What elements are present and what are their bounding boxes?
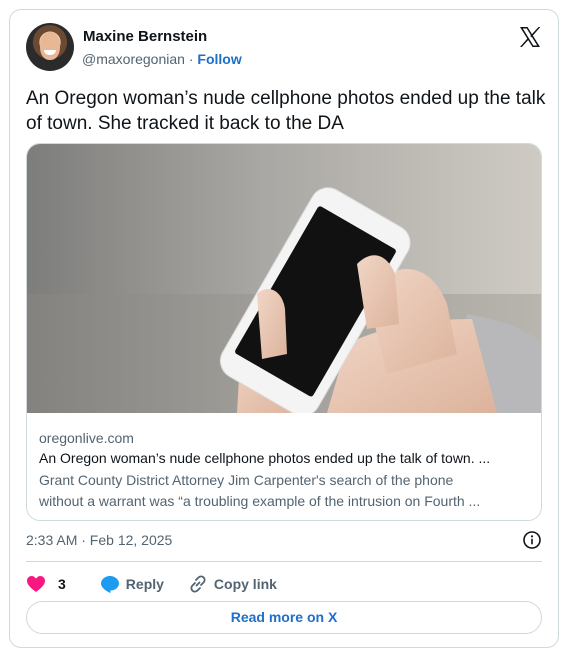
- author-avatar[interactable]: [26, 23, 74, 71]
- info-icon[interactable]: [522, 530, 542, 550]
- article-photo: [27, 144, 541, 413]
- link-title: An Oregon woman’s nude cellphone photos …: [39, 450, 491, 466]
- x-logo-icon[interactable]: [518, 25, 542, 49]
- link-description-line-1: Grant County District Attorney Jim Carpe…: [39, 472, 454, 488]
- tweet-embed-card: Maxine Bernstein @maxoregonian · Follow …: [9, 9, 559, 648]
- tweet-timestamp[interactable]: 2:33 AM · Feb 12, 2025: [26, 532, 172, 548]
- tweet-text: An Oregon woman’s nude cellphone photos …: [26, 88, 546, 134]
- like-button[interactable]: 3: [26, 575, 66, 593]
- reply-label: Reply: [125, 576, 164, 592]
- link-domain: oregonlive.com: [39, 430, 134, 446]
- follow-button[interactable]: Follow: [197, 51, 241, 67]
- link-preview-card[interactable]: oregonlive.com An Oregon woman’s nude ce…: [26, 143, 542, 521]
- author-name[interactable]: Maxine Bernstein: [83, 28, 207, 45]
- copy-link-button[interactable]: Copy link: [188, 574, 277, 594]
- reply-button[interactable]: Reply: [100, 575, 164, 594]
- read-more-button[interactable]: Read more on X: [26, 601, 542, 634]
- reply-bubble-icon: [100, 575, 119, 593]
- separator-dot: ·: [188, 51, 194, 67]
- link-icon: [190, 575, 206, 593]
- link-meta: oregonlive.com An Oregon woman’s nude ce…: [39, 428, 529, 512]
- divider: [26, 561, 542, 562]
- heart-icon: [27, 576, 45, 592]
- author-handle-row: @maxoregonian · Follow: [82, 51, 242, 67]
- action-bar: 3 Reply Copy link: [26, 573, 277, 595]
- like-count: 3: [58, 576, 66, 592]
- link-description-line-2: without a warrant was “a troubling examp…: [39, 493, 481, 509]
- link-description: Grant County District Attorney Jim Carpe…: [39, 470, 529, 512]
- copy-link-label: Copy link: [213, 576, 277, 592]
- avatar-face: [40, 32, 60, 60]
- author-handle[interactable]: @maxoregonian: [82, 51, 185, 67]
